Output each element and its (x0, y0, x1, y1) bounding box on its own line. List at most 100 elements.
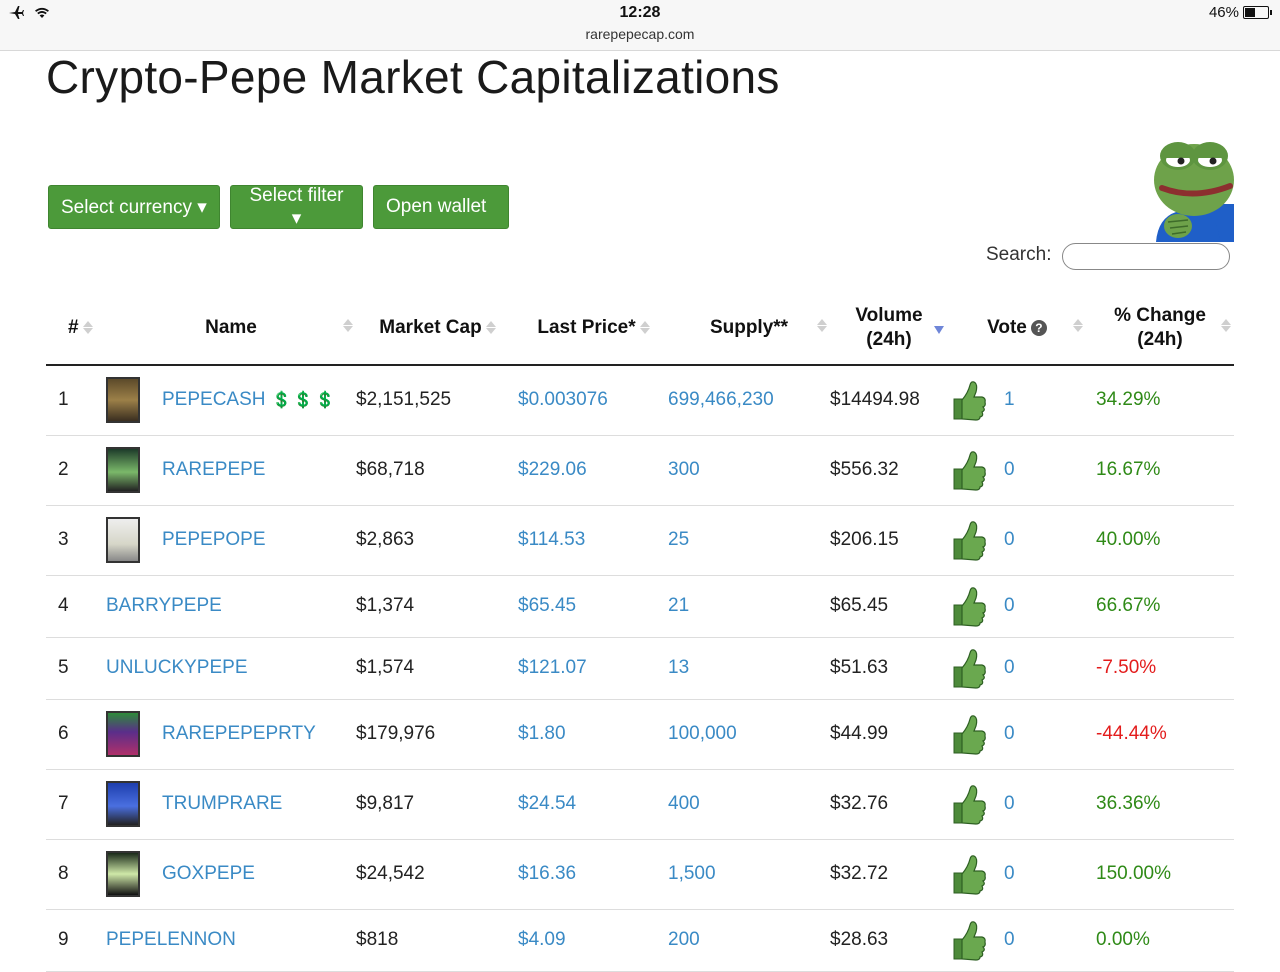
coin-name-link[interactable]: RAREPEPEPRTY (162, 723, 316, 745)
rank-cell: 5 (46, 637, 106, 700)
column-header-last-price[interactable]: Last Price* (518, 292, 668, 366)
volume-cell: $65.45 (830, 575, 948, 638)
market-cap-cell: $2,151,525 (356, 365, 518, 436)
thumbs-up-icon[interactable] (948, 519, 988, 561)
supply-link[interactable]: 13 (668, 637, 830, 700)
coin-name-link[interactable]: GOXPEPE (162, 863, 255, 885)
last-price-link[interactable]: $4.09 (518, 909, 668, 972)
coin-name-link[interactable]: RAREPEPE (162, 459, 265, 481)
name-cell: RAREPEPEPRTY (106, 699, 356, 770)
name-cell: GOXPEPE (106, 839, 356, 910)
supply-link[interactable]: 1,500 (668, 839, 830, 910)
column-header-volume[interactable]: Volume (24h) (830, 292, 948, 366)
change-cell: -7.50% (1086, 637, 1234, 700)
market-cap-cell: $2,863 (356, 505, 518, 576)
change-cell: 150.00% (1086, 839, 1234, 910)
vote-count: 0 (1004, 595, 1015, 616)
market-cap-cell: $1,574 (356, 637, 518, 700)
table-row: 8 GOXPEPE $24,542 $16.36 1,500 $32.72 0 … (46, 839, 1234, 910)
last-price-link[interactable]: $24.54 (518, 769, 668, 840)
card-thumbnail-icon[interactable] (106, 517, 140, 563)
select-currency-button[interactable]: Select currency ▾ (48, 185, 220, 229)
coin-name-link[interactable]: TRUMPRARE (162, 793, 282, 815)
name-cell: PEPELENNON (106, 909, 356, 972)
browser-status-bar: 12:28 rarepepecap.com 46% (0, 0, 1280, 51)
change-cell: 16.67% (1086, 435, 1234, 506)
sort-icon (1073, 318, 1083, 333)
supply-link[interactable]: 25 (668, 505, 830, 576)
vote-cell: 1 (948, 365, 1086, 436)
vote-count: 0 (1004, 793, 1015, 814)
card-thumbnail-icon[interactable] (106, 447, 140, 493)
supply-link[interactable]: 300 (668, 435, 830, 506)
last-price-link[interactable]: $0.003076 (518, 365, 668, 436)
coin-name-link[interactable]: PEPEPOPE (162, 529, 266, 551)
supply-link[interactable]: 200 (668, 909, 830, 972)
card-thumbnail-icon[interactable] (106, 711, 140, 757)
rank-cell: 8 (46, 839, 106, 910)
supply-link[interactable]: 699,466,230 (668, 365, 830, 436)
rank-cell: 7 (46, 769, 106, 840)
vote-cell: 0 (948, 909, 1086, 972)
market-cap-cell: $68,718 (356, 435, 518, 506)
vote-count: 0 (1004, 657, 1015, 678)
vote-count: 0 (1004, 723, 1015, 744)
volume-cell: $44.99 (830, 699, 948, 770)
card-thumbnail-icon[interactable] (106, 781, 140, 827)
last-price-link[interactable]: $16.36 (518, 839, 668, 910)
thumbs-up-icon[interactable] (948, 379, 988, 421)
last-price-link[interactable]: $65.45 (518, 575, 668, 638)
column-header-market-cap[interactable]: Market Cap (356, 292, 518, 366)
coin-name-link[interactable]: PEPECASH (162, 389, 265, 411)
last-price-link[interactable]: $229.06 (518, 435, 668, 506)
last-price-link[interactable]: $114.53 (518, 505, 668, 576)
vote-cell: 0 (948, 505, 1086, 576)
column-header-vote[interactable]: Vote? (948, 292, 1086, 366)
column-header-rank[interactable]: # (46, 292, 106, 366)
column-header-name[interactable]: Name (106, 292, 356, 366)
help-icon[interactable]: ? (1030, 319, 1047, 336)
thumbs-up-icon[interactable] (948, 585, 988, 627)
card-thumbnail-icon[interactable] (106, 377, 140, 424)
last-price-link[interactable]: $1.80 (518, 699, 668, 770)
change-cell: 36.36% (1086, 769, 1234, 840)
table-row: 7 TRUMPRARE $9,817 $24.54 400 $32.76 0 3… (46, 769, 1234, 840)
vote-cell: 0 (948, 575, 1086, 638)
coin-name-link[interactable]: PEPELENNON (106, 929, 236, 951)
column-header-supply[interactable]: Supply** (668, 292, 830, 366)
table-row: 3 PEPEPOPE $2,863 $114.53 25 $206.15 0 4… (46, 505, 1234, 576)
supply-link[interactable]: 21 (668, 575, 830, 638)
open-wallet-button[interactable]: Open wallet (373, 185, 509, 229)
sort-icon (82, 320, 93, 335)
thumbs-up-icon[interactable] (948, 853, 988, 895)
pepe-logo-icon (1154, 142, 1234, 242)
coin-name-link[interactable]: BARRYPEPE (106, 595, 222, 617)
search-input[interactable] (1062, 243, 1230, 270)
thumbs-up-icon[interactable] (948, 647, 988, 689)
supply-link[interactable]: 100,000 (668, 699, 830, 770)
sort-icon (817, 318, 827, 333)
market-cap-cell: $818 (356, 909, 518, 972)
market-cap-cell: $179,976 (356, 699, 518, 770)
table-row: 9 PEPELENNON $818 $4.09 200 $28.63 0 0.0… (46, 909, 1234, 972)
name-cell: UNLUCKYPEPE (106, 637, 356, 700)
vote-cell: 0 (948, 699, 1086, 770)
name-cell: BARRYPEPE (106, 575, 356, 638)
select-filter-button[interactable]: Select filter ▾ (230, 185, 363, 229)
thumbs-up-icon[interactable] (948, 713, 988, 755)
sort-desc-icon (934, 326, 944, 334)
market-cap-cell: $24,542 (356, 839, 518, 910)
card-thumbnail-icon[interactable] (106, 851, 140, 897)
supply-link[interactable]: 400 (668, 769, 830, 840)
address-bar-url[interactable]: rarepepecap.com (0, 26, 1280, 42)
name-cell: PEPEPOPE (106, 505, 356, 576)
sort-icon (343, 318, 353, 333)
last-price-link[interactable]: $121.07 (518, 637, 668, 700)
thumbs-up-icon[interactable] (948, 783, 988, 825)
rank-cell: 6 (46, 699, 106, 770)
coin-name-link[interactable]: UNLUCKYPEPE (106, 657, 248, 679)
column-header-change[interactable]: % Change (24h) (1086, 292, 1234, 366)
thumbs-up-icon[interactable] (948, 919, 988, 961)
volume-cell: $206.15 (830, 505, 948, 576)
thumbs-up-icon[interactable] (948, 449, 988, 491)
